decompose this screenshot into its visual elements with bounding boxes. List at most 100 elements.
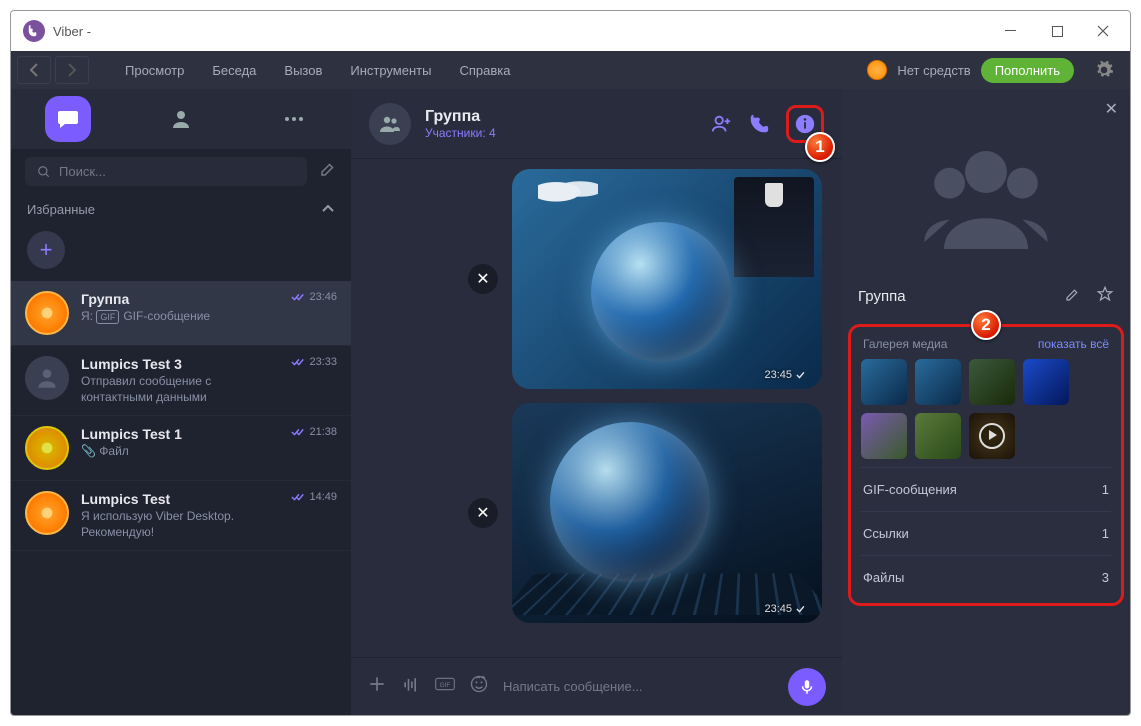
audio-button[interactable] xyxy=(401,674,421,699)
avatar xyxy=(25,491,69,535)
add-participant-button[interactable] xyxy=(710,113,732,135)
menu-help[interactable]: Справка xyxy=(445,63,524,78)
nav-contacts-button[interactable] xyxy=(158,96,204,142)
nav-chats-button[interactable] xyxy=(45,96,91,142)
chat-time: 21:38 xyxy=(309,426,337,438)
info-button-highlighted[interactable]: 1 xyxy=(786,105,824,143)
row-count: 1 xyxy=(1102,482,1109,497)
sidebar-nav xyxy=(11,89,351,149)
viber-logo-icon xyxy=(23,20,45,42)
balance-icon xyxy=(867,60,887,80)
avatar xyxy=(25,426,69,470)
media-thumb[interactable] xyxy=(861,359,907,405)
window-maximize-button[interactable] xyxy=(1034,16,1080,46)
media-row-gif[interactable]: GIF-сообщения 1 xyxy=(861,467,1111,511)
row-count: 1 xyxy=(1102,526,1109,541)
close-panel-button[interactable]: ✕ xyxy=(1093,89,1130,129)
delete-message-button[interactable]: ✕ xyxy=(468,498,498,528)
gallery-label: Галерея медиа xyxy=(863,337,947,351)
settings-icon[interactable] xyxy=(1092,58,1116,82)
menu-call[interactable]: Вызов xyxy=(270,63,336,78)
media-thumb[interactable] xyxy=(861,413,907,459)
chat-time: 23:46 xyxy=(309,291,337,303)
chat-preview: Я: GIFGIF-сообщение xyxy=(81,309,279,325)
message-image[interactable]: ✕ 23:45 xyxy=(512,403,822,623)
chat-panel: Группа Участники: 4 1 xyxy=(351,89,842,715)
edit-name-button[interactable] xyxy=(1054,290,1082,307)
row-count: 3 xyxy=(1102,570,1109,585)
topup-button[interactable]: Пополнить xyxy=(981,58,1074,83)
favorites-label: Избранные xyxy=(27,202,95,217)
chat-list: Группа Я: GIFGIF-сообщение 23:46 Lumpics… xyxy=(11,281,351,715)
chat-preview: Отправил сообщение с контактными данными xyxy=(81,374,279,405)
window-title: Viber - xyxy=(53,24,91,39)
message-list[interactable]: ✕ 23:45 ✕ 23:45 xyxy=(351,159,842,657)
add-favorite-button[interactable]: + xyxy=(27,231,65,269)
chat-name: Lumpics Test xyxy=(81,491,279,507)
chat-time: 14:49 xyxy=(309,491,337,503)
media-thumbnails xyxy=(861,359,1111,467)
media-row-links[interactable]: Ссылки 1 xyxy=(861,511,1111,555)
chat-item-group[interactable]: Группа Я: GIFGIF-сообщение 23:46 xyxy=(11,281,351,346)
chat-name: Lumpics Test 1 xyxy=(81,426,279,442)
chat-name: Группа xyxy=(81,291,279,307)
avatar xyxy=(25,291,69,335)
info-panel: ✕ Группа 2 Галерея медиа пока xyxy=(842,89,1130,715)
menubar: Просмотр Беседа Вызов Инструменты Справк… xyxy=(11,51,1130,89)
message-time: 23:45 xyxy=(764,603,792,615)
titlebar: Viber - xyxy=(11,11,1130,51)
chevron-up-icon xyxy=(321,202,335,217)
mic-button[interactable] xyxy=(788,668,826,706)
chat-item[interactable]: Lumpics Test Я использую Viber Desktop. … xyxy=(11,481,351,551)
nav-back-button[interactable] xyxy=(17,56,51,84)
annotation-marker-2: 2 xyxy=(971,310,1001,340)
media-thumb[interactable] xyxy=(915,359,961,405)
chat-item[interactable]: Lumpics Test 3 Отправил сообщение с конт… xyxy=(11,346,351,416)
media-thumb-video[interactable] xyxy=(969,413,1015,459)
media-gallery-section: 2 Галерея медиа показать всё GIF-сообщен… xyxy=(848,324,1124,606)
search-input[interactable]: Поиск... xyxy=(25,157,307,186)
chat-subtitle: Участники: 4 xyxy=(425,126,496,140)
chat-title: Группа xyxy=(425,108,496,126)
balance-text: Нет средств xyxy=(897,63,970,78)
call-button[interactable] xyxy=(748,113,770,135)
menu-chat[interactable]: Беседа xyxy=(198,63,270,78)
window-minimize-button[interactable] xyxy=(988,16,1034,46)
chat-header: Группа Участники: 4 1 xyxy=(351,89,842,159)
chat-item[interactable]: Lumpics Test 1 📎 Файл 21:38 xyxy=(11,416,351,481)
sticker-button[interactable] xyxy=(469,674,489,699)
menu-view[interactable]: Просмотр xyxy=(111,63,198,78)
info-group-name: Группа xyxy=(858,288,1044,305)
media-thumb[interactable] xyxy=(969,359,1015,405)
message-input-bar: GIF Написать сообщение... xyxy=(351,657,842,715)
message-input[interactable]: Написать сообщение... xyxy=(503,679,774,694)
annotation-marker-1: 1 xyxy=(805,132,835,162)
delete-message-button[interactable]: ✕ xyxy=(468,264,498,294)
message-time: 23:45 xyxy=(764,369,792,381)
row-label: GIF-сообщения xyxy=(863,482,957,497)
nav-forward-button[interactable] xyxy=(55,56,89,84)
compose-button[interactable] xyxy=(319,160,337,183)
media-thumb[interactable] xyxy=(915,413,961,459)
media-row-files[interactable]: Файлы 3 xyxy=(861,555,1111,599)
favorite-button[interactable] xyxy=(1086,290,1114,307)
sidebar: Поиск... Избранные + Группа xyxy=(11,89,351,715)
nav-more-button[interactable] xyxy=(271,96,317,142)
favorites-header[interactable]: Избранные xyxy=(11,194,351,225)
search-placeholder: Поиск... xyxy=(59,164,106,179)
group-avatar-icon xyxy=(369,103,411,145)
show-all-link[interactable]: показать всё xyxy=(1038,337,1109,351)
group-avatar-large xyxy=(911,125,1061,275)
message-image[interactable]: ✕ 23:45 xyxy=(512,169,822,389)
attach-button[interactable] xyxy=(367,674,387,699)
svg-text:GIF: GIF xyxy=(440,682,451,689)
gif-button[interactable]: GIF xyxy=(435,674,455,699)
menu-tools[interactable]: Инструменты xyxy=(336,63,445,78)
chat-time: 23:33 xyxy=(309,356,337,368)
window-close-button[interactable] xyxy=(1080,16,1126,46)
chat-preview: 📎 Файл xyxy=(81,444,279,460)
row-label: Ссылки xyxy=(863,526,909,541)
chat-preview: Я использую Viber Desktop. Рекомендую! xyxy=(81,509,279,540)
media-thumb[interactable] xyxy=(1023,359,1069,405)
row-label: Файлы xyxy=(863,570,904,585)
